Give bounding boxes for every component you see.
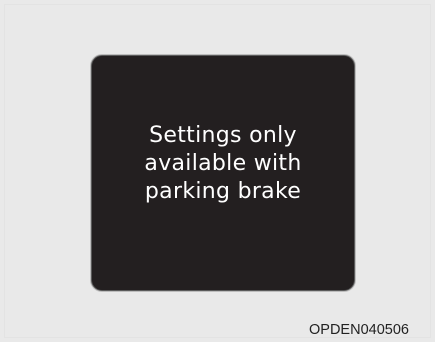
message-line-2: available with bbox=[144, 151, 302, 176]
message-line-3: parking brake bbox=[144, 179, 302, 204]
message-display-screen: Settings only available with parking bra… bbox=[91, 55, 355, 291]
message-line-1: Settings only bbox=[149, 123, 297, 148]
figure-reference-code: OPDEN040506 bbox=[309, 322, 409, 338]
warning-message: Settings only available with parking bra… bbox=[92, 122, 354, 206]
